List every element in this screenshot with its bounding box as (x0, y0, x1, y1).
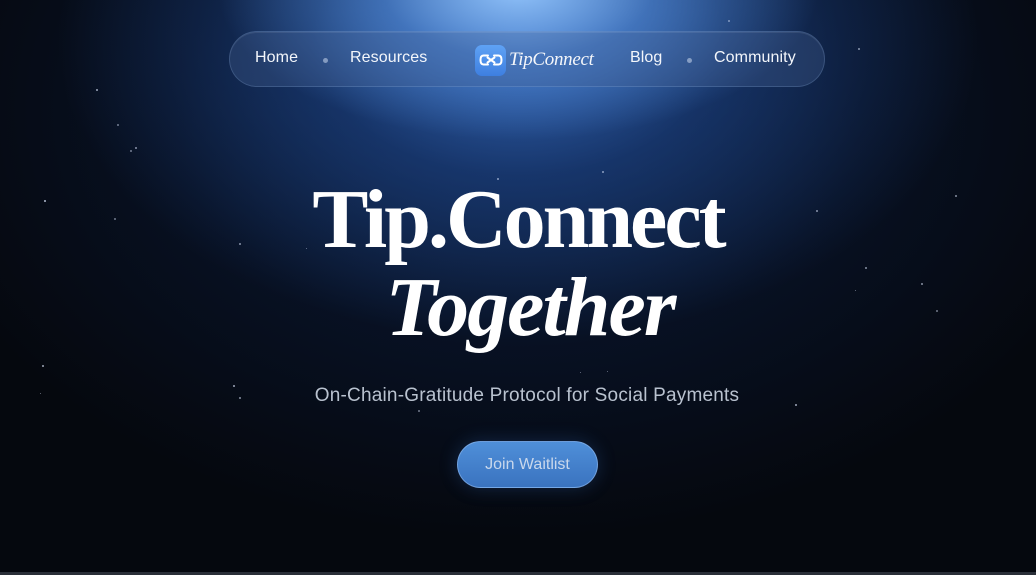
nav-separator-dot (323, 58, 328, 63)
hero-subtitle: On-Chain-Gratitude Protocol for Social P… (314, 385, 740, 406)
star (130, 150, 132, 152)
star (728, 20, 730, 22)
nav-link-home[interactable]: Home (255, 49, 298, 67)
brand-name: TipConnect (509, 49, 594, 70)
brand-logo[interactable]: TipConnect (475, 44, 594, 76)
star (607, 371, 608, 372)
star (418, 410, 420, 412)
star (96, 89, 98, 91)
join-waitlist-button[interactable]: Join Waitlist (457, 441, 598, 488)
nav-link-blog[interactable]: Blog (630, 49, 662, 67)
top-navigation: Home Resources TipConnect Blog Community (229, 31, 825, 87)
hero-title-line-1: Tip.Connect (312, 173, 726, 266)
nav-link-community[interactable]: Community (714, 49, 796, 67)
star (117, 124, 119, 126)
star (42, 365, 44, 367)
star (580, 372, 581, 373)
hero-section: Home Resources TipConnect Blog Community… (0, 0, 1036, 572)
star (858, 48, 860, 50)
hero-title-line-2: Together (385, 261, 677, 354)
nav-link-resources[interactable]: Resources (350, 49, 427, 67)
link-infinity-icon (475, 44, 506, 76)
star (135, 147, 137, 149)
nav-separator-dot (687, 58, 692, 63)
